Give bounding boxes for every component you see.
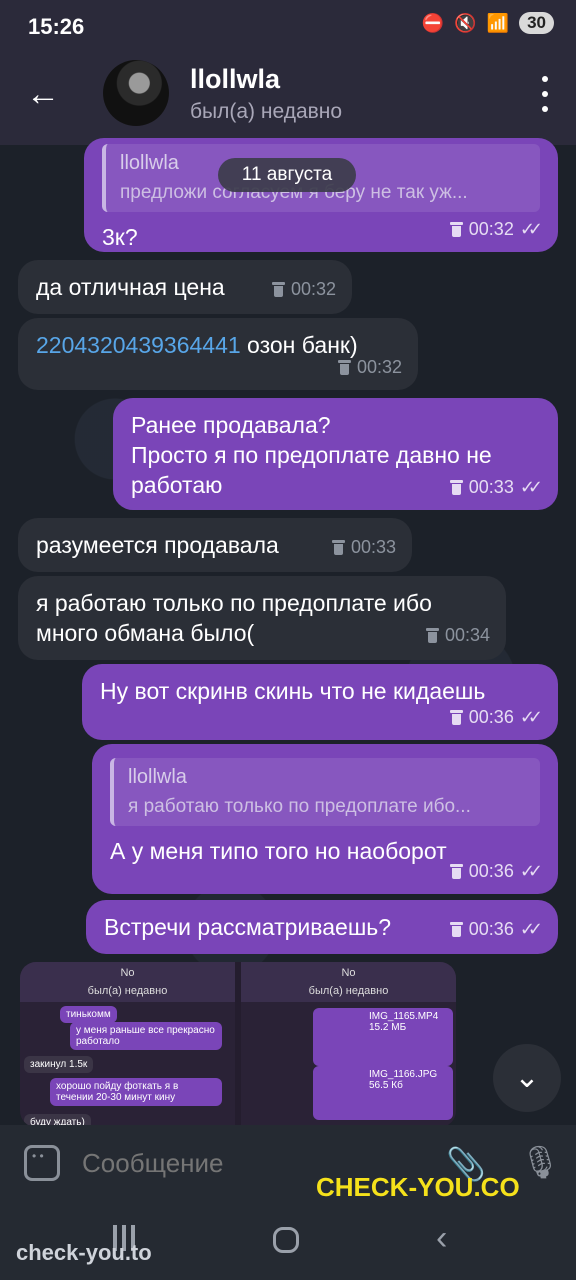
- message-meta: 00:33 ✓✓: [449, 472, 543, 502]
- message-bubble[interactable]: Встречи рассматриваешь? 00:36 ✓✓: [86, 900, 558, 954]
- message-meta: 00:34: [425, 620, 490, 650]
- trash-icon: [449, 863, 463, 879]
- trash-icon: [449, 479, 463, 495]
- double-check-icon: ✓✓: [519, 477, 543, 497]
- message-bubble[interactable]: llollwla я работаю только по предоплате …: [92, 744, 558, 894]
- screenshot-thumbnail[interactable]: No был(а) недавно тинькомм у меня раньше…: [20, 962, 235, 1127]
- battery-indicator: 30: [519, 12, 554, 34]
- chat-title[interactable]: llollwla: [190, 64, 280, 95]
- message-meta: 00:33: [331, 532, 396, 562]
- message-bubble[interactable]: Ранее продавала? Просто я по предоплате …: [113, 398, 558, 510]
- message-bubble[interactable]: разумеется продавала 00:33: [18, 518, 412, 572]
- wifi-icon: 📶: [486, 12, 510, 33]
- status-bar: 15:26 ⛔ 🔇 📶 30: [0, 0, 576, 52]
- message-time: 00:34: [444, 625, 490, 645]
- trash-icon: [271, 281, 285, 297]
- message-time: 00:32: [468, 219, 514, 239]
- double-check-icon: ✓✓: [519, 919, 543, 939]
- trash-icon: [449, 921, 463, 937]
- status-time: 15:26: [28, 14, 85, 39]
- double-check-icon: ✓✓: [519, 861, 543, 881]
- more-menu-icon[interactable]: [540, 76, 550, 112]
- message-meta: 00:32: [271, 274, 336, 304]
- message-bubble[interactable]: llollwla предложи согласуем я беру не та…: [84, 138, 558, 252]
- date-separator: 11 августа: [218, 158, 356, 192]
- status-icons: ⛔ 🔇 📶 30: [422, 12, 554, 34]
- double-check-icon: ✓✓: [519, 219, 543, 239]
- screenshot-thumbnail[interactable]: No был(а) недавно IMG_1165.MP4 15.2 МБ I…: [241, 962, 456, 1127]
- message-meta: 00:36 ✓✓: [449, 702, 543, 732]
- media-album[interactable]: No был(а) недавно тинькомм у меня раньше…: [20, 962, 456, 1127]
- nav-back-icon[interactable]: ‹: [436, 1219, 447, 1258]
- message-time: 00:36: [468, 707, 514, 727]
- avatar[interactable]: [103, 60, 169, 126]
- microphone-icon[interactable]: 🎙: [520, 1143, 561, 1181]
- dnd-icon: ⛔: [421, 12, 445, 33]
- thumb-header: No был(а) недавно: [241, 962, 456, 1002]
- scroll-down-button[interactable]: ⌄: [493, 1044, 561, 1112]
- message-meta: 00:32 ✓✓: [449, 214, 543, 244]
- reply-quote[interactable]: llollwla я работаю только по предоплате …: [110, 758, 540, 826]
- message-meta: 00:36 ✓✓: [449, 856, 543, 886]
- message-bubble[interactable]: Ну вот скринв скинь что не кидаешь 00:36…: [82, 664, 558, 740]
- message-time: 00:33: [468, 477, 514, 497]
- chat-header: ← llollwla был(а) недавно: [0, 52, 576, 145]
- trash-icon: [449, 221, 463, 237]
- card-number-link[interactable]: 2204320439364441: [36, 332, 241, 358]
- watermark-top: CHECK-YOU.CO: [316, 1172, 520, 1202]
- message-time: 00:32: [356, 357, 402, 377]
- trash-icon: [449, 709, 463, 725]
- chat-last-seen: был(а) недавно: [190, 100, 343, 123]
- message-time: 00:33: [350, 537, 396, 557]
- message-time: 00:36: [468, 919, 514, 939]
- reply-text: я работаю только по предоплате ибо...: [128, 796, 471, 817]
- back-arrow-icon[interactable]: ←: [26, 76, 62, 112]
- trash-icon: [337, 359, 351, 375]
- trash-icon: [425, 627, 439, 643]
- message-meta: 00:32: [337, 352, 402, 382]
- message-bubble[interactable]: 2204320439364441 озон банк) 00:32: [18, 318, 418, 390]
- thumb-header: No был(а) недавно: [20, 962, 235, 1002]
- reply-author: llollwla: [128, 766, 187, 788]
- mute-icon: 🔇: [454, 12, 477, 33]
- trash-icon: [331, 539, 345, 555]
- home-icon[interactable]: [273, 1227, 299, 1253]
- message-time: 00:32: [290, 279, 336, 299]
- double-check-icon: ✓✓: [519, 707, 543, 727]
- watermark-bottom: check-you.to: [16, 1240, 152, 1265]
- message-bubble[interactable]: я работаю только по предоплате ибо много…: [18, 576, 506, 660]
- message-meta: 00:36 ✓✓: [449, 914, 543, 944]
- message-bubble[interactable]: да отличная цена 00:32: [18, 260, 352, 314]
- emoji-sticker-icon[interactable]: [24, 1145, 60, 1181]
- message-time: 00:36: [468, 861, 514, 881]
